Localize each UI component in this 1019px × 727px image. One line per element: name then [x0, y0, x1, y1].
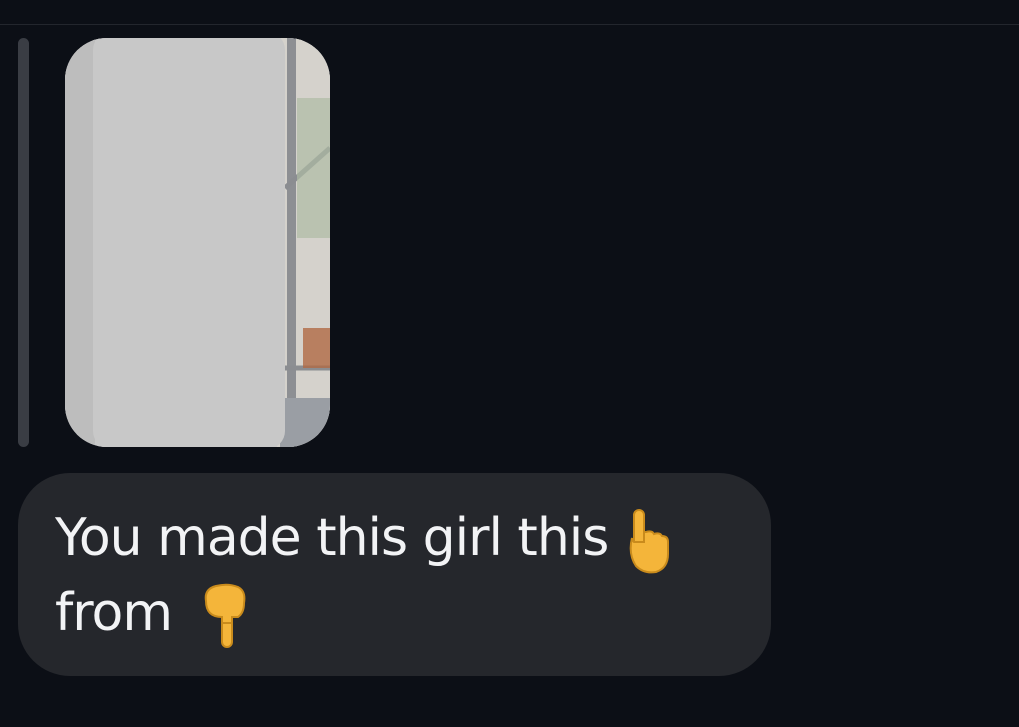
pointing-down-hand-icon: [202, 583, 248, 649]
chat-screen: You made this girl this from: [0, 0, 1019, 727]
replied-media-preview[interactable]: [65, 38, 330, 447]
message-line-1: You made this girl this: [55, 508, 672, 574]
message-text-1: You made this girl this: [55, 508, 609, 568]
media-thumbnail[interactable]: [65, 38, 330, 447]
message-bubble[interactable]: You made this girl this from: [18, 473, 771, 676]
redaction-block: [93, 38, 285, 447]
pointing-up-hand-icon: [626, 508, 672, 574]
top-divider: [0, 24, 1019, 25]
reply-indicator-bar: [18, 38, 29, 447]
message-text-2: from: [55, 583, 173, 643]
message-line-2: from: [55, 583, 248, 649]
